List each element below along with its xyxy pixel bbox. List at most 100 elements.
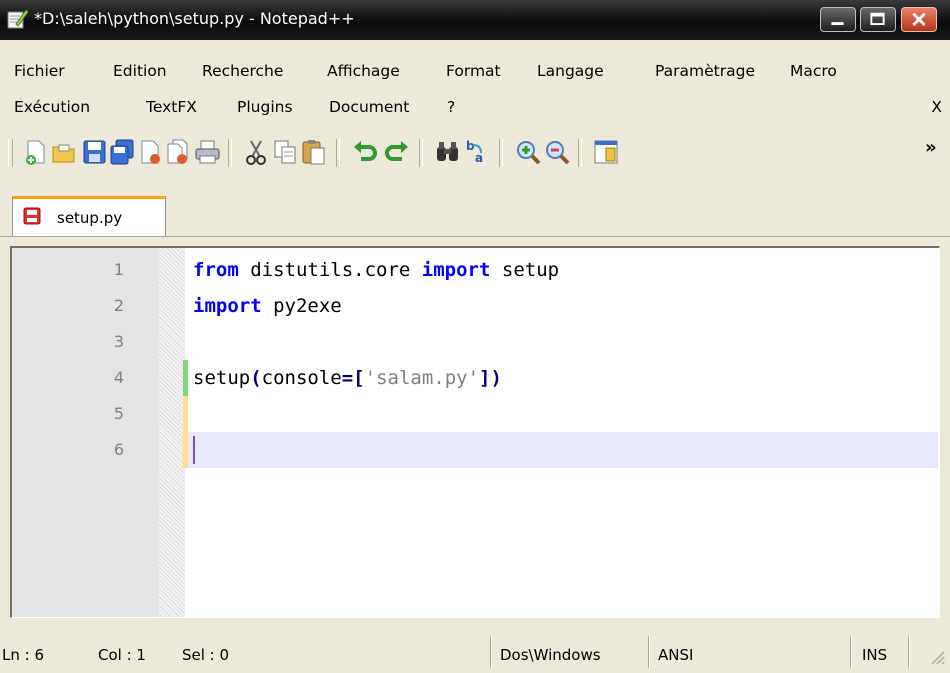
copy-icon[interactable] (271, 137, 299, 167)
toolbar-grip[interactable] (8, 139, 13, 167)
status-separator (648, 636, 650, 668)
code-token: py2exe (261, 295, 342, 317)
toolbar-overflow-button[interactable]: » (925, 137, 937, 158)
code-token: 'salam.py' (364, 367, 480, 389)
unsaved-change-marker (183, 396, 188, 468)
cut-icon[interactable] (242, 137, 270, 167)
print-icon[interactable] (193, 137, 221, 167)
toolbar-separator (336, 139, 340, 167)
menu-bar: Fichier Edition Recherche Affichage Form… (0, 62, 950, 90)
code-token: setup (490, 259, 560, 281)
status-separator (490, 636, 492, 668)
menu-langage[interactable]: Langage (537, 62, 604, 80)
line-code: setup(console=['salam.py']) (193, 367, 502, 389)
save-all-icon[interactable] (108, 137, 136, 167)
close-document-button[interactable]: X (931, 98, 942, 116)
line-code: from distutils.core import setup (193, 259, 559, 281)
tab-label: setup.py (57, 209, 123, 227)
toolbar-separator (419, 139, 423, 167)
notepad-app-icon[interactable] (6, 8, 28, 30)
toolbar-separator (228, 139, 232, 167)
editor-line[interactable]: 5 (12, 396, 938, 432)
status-eol-format: Dos\Windows (500, 646, 601, 664)
status-separator (850, 636, 852, 668)
open-file-icon[interactable] (50, 137, 78, 167)
menu-parametrage[interactable]: Paramètrage (655, 62, 755, 80)
saved-change-marker (183, 360, 188, 396)
resize-grip-icon[interactable] (928, 648, 946, 666)
paste-icon[interactable] (300, 137, 328, 167)
text-caret (193, 436, 195, 464)
redo-icon[interactable] (382, 137, 410, 167)
notepad-window: *D:\saleh\python\setup.py - Notepad++ Fi… (0, 0, 950, 673)
tab-bar: setup.py (0, 192, 950, 237)
zoom-out-icon[interactable] (543, 137, 571, 167)
menu-plugins[interactable]: Plugins (237, 98, 293, 116)
code-editor[interactable]: 1 from distutils.core import setup 2 import… (10, 246, 940, 618)
status-line: Ln : 6 (2, 646, 44, 664)
code-token: from (193, 259, 239, 281)
menu-bar-row-2: Exécution TextFX Plugins Document ? X (0, 98, 950, 126)
find-icon[interactable] (434, 137, 462, 167)
title-bar[interactable]: *D:\saleh\python\setup.py - Notepad++ (0, 0, 950, 40)
save-icon[interactable] (80, 137, 108, 167)
svg-text:a: a (475, 151, 483, 165)
line-number: 5 (113, 404, 124, 423)
sync-view-icon[interactable] (592, 137, 620, 167)
editor-line[interactable]: 1 from distutils.core import setup (12, 252, 938, 288)
toolbar-separator (578, 139, 582, 167)
editor-line[interactable]: 3 (12, 324, 938, 360)
toolbar-separator (499, 139, 503, 167)
status-encoding: ANSI (658, 646, 694, 664)
line-number: 4 (113, 368, 124, 387)
editor-line[interactable]: 6 (12, 432, 938, 468)
menu-recherche[interactable]: Recherche (202, 62, 283, 80)
menu-help[interactable]: ? (447, 98, 455, 116)
menu-document[interactable]: Document (329, 98, 409, 116)
code-token: console (261, 367, 342, 389)
status-selection: Sel : 0 (182, 646, 230, 664)
menu-fichier[interactable]: Fichier (14, 62, 65, 80)
minimize-icon (831, 22, 844, 25)
undo-icon[interactable] (352, 137, 380, 167)
menu-format[interactable]: Format (446, 62, 501, 80)
close-icon (912, 12, 926, 26)
close-all-icon[interactable] (164, 137, 192, 167)
code-token: distutils.core (238, 259, 422, 281)
status-bar: Ln : 6 Col : 1 Sel : 0 Dos\Windows ANSI … (0, 630, 950, 673)
line-code: import py2exe (193, 295, 342, 317)
code-token: ]) (479, 367, 502, 389)
maximize-icon (870, 12, 885, 25)
maximize-button[interactable] (860, 7, 896, 32)
zoom-in-icon[interactable] (514, 137, 542, 167)
code-token: =[ (341, 367, 365, 389)
replace-icon[interactable]: ba (463, 137, 491, 167)
menu-macro[interactable]: Macro (790, 62, 837, 80)
editor-line[interactable]: 2 import py2exe (12, 288, 938, 324)
tab-setup-py[interactable]: setup.py (12, 196, 166, 236)
line-number: 6 (113, 440, 124, 459)
code-token: import (421, 259, 491, 281)
close-window-button[interactable] (901, 7, 937, 32)
status-insert-mode: INS (862, 646, 888, 664)
toolbar: ba » (0, 133, 950, 177)
line-number: 3 (113, 332, 124, 351)
line-number: 2 (113, 296, 124, 315)
current-line-highlight (185, 432, 938, 468)
code-token: import (193, 295, 262, 317)
window-title: *D:\saleh\python\setup.py - Notepad++ (34, 9, 355, 28)
menu-edition[interactable]: Edition (113, 62, 167, 80)
unsaved-file-icon (23, 207, 41, 225)
editor-line[interactable]: 4 setup(console=['salam.py']) (12, 360, 938, 396)
status-column: Col : 1 (98, 646, 146, 664)
close-icon[interactable] (136, 137, 164, 167)
new-file-icon[interactable] (22, 137, 50, 167)
menu-execution[interactable]: Exécution (14, 98, 90, 116)
menu-textfx[interactable]: TextFX (146, 98, 197, 116)
code-token: ( (250, 367, 262, 389)
menu-affichage[interactable]: Affichage (327, 62, 400, 80)
code-token: setup (193, 367, 251, 389)
status-separator (908, 636, 910, 668)
minimize-button[interactable] (820, 7, 856, 32)
line-number: 1 (113, 260, 124, 279)
